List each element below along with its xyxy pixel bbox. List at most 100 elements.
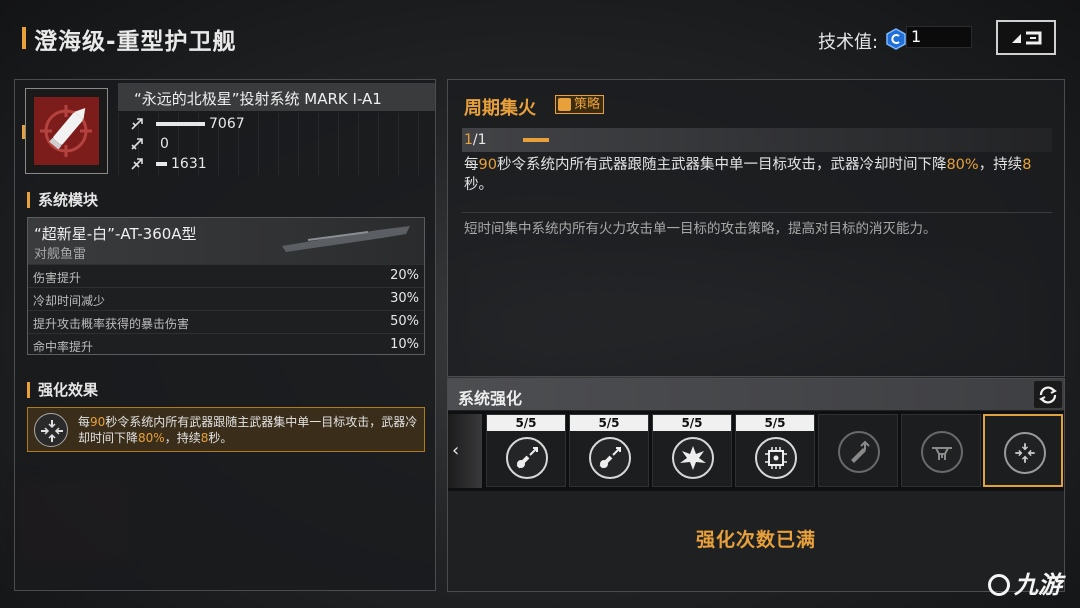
weapon-header: “永远的北极星”投射系统 MARK I-A1 7067 0 1631	[15, 80, 435, 180]
weapon-name: “永远的北极星”投射系统 MARK I-A1	[134, 90, 382, 108]
enhance-slot[interactable]: 5/5	[652, 414, 732, 487]
tactic-detail-panel: 周期集火 策略 1/1 每90秒令系统内所有武器跟随主武器集中单一目标攻击，武器…	[447, 79, 1065, 377]
system-module-title: 系统模块	[27, 192, 98, 208]
module-stat-label: 提升攻击概率获得的暴击伤害	[33, 317, 190, 331]
tactic-description: 每90秒令系统内所有武器跟随主武器集中单一目标攻击，武器冷却时间下降80%，持续…	[464, 155, 1054, 195]
missile-target-icon	[40, 105, 92, 157]
chevron-left-icon: ‹	[452, 440, 460, 461]
module-type: 对舰鱼雷	[34, 247, 87, 262]
slot-count: 5/5	[570, 415, 648, 431]
tech-point-icon	[886, 28, 906, 50]
weapon-name-row: “永远的北极星”投射系统 MARK I-A1	[118, 83, 435, 111]
enhance-effect-icon	[34, 413, 68, 447]
module-stat-value: 20%	[390, 268, 419, 283]
damage-icon	[131, 118, 143, 130]
tactic-level-indicator	[523, 138, 549, 142]
module-header: “超新星-白”-AT-360A型 对舰鱼雷	[28, 218, 424, 264]
system-module-card[interactable]: “超新星-白”-AT-360A型 对舰鱼雷 伤害提升 20% 冷却时间减少 30…	[27, 217, 425, 355]
enhance-slot-list: ‹ 5/5 5/5 5/5 5/5	[448, 411, 1064, 491]
strategy-icon	[558, 98, 571, 111]
system-enhance-panel: 系统强化 ‹ 5/5 5/5 5/5 5/5 强化次数已满	[447, 378, 1065, 592]
tactic-level-strip	[462, 128, 1052, 152]
tactic-badge-label: 策略	[574, 97, 601, 112]
guitar-arrow-icon	[506, 437, 548, 479]
tactic-level: 1/1	[464, 132, 487, 148]
module-stat-value: 50%	[390, 314, 419, 329]
divider	[462, 212, 1052, 213]
enhance-slot[interactable]	[901, 414, 981, 487]
enhance-text-part: 秒令系统内所有武器跟随主武器集中单一目标攻击，武器冷却时间下降	[78, 415, 418, 445]
enhance-slot[interactable]: 5/5	[486, 414, 566, 487]
stat-row-damage: 7067	[130, 115, 245, 133]
watermark: 九游	[988, 565, 1062, 600]
tactic-desc-highlight: 8	[1022, 157, 1032, 173]
drone-icon	[921, 431, 963, 473]
enhance-text-highlight: 80%	[138, 431, 165, 445]
refresh-button[interactable]	[1034, 381, 1062, 408]
weapon-icon	[34, 97, 99, 165]
module-stat-label: 冷却时间减少	[33, 294, 106, 308]
focus-fire-icon	[41, 420, 63, 442]
enhance-slot[interactable]	[818, 414, 898, 487]
stat-row-fire-rate: 0	[130, 135, 169, 153]
weapon-stats: 7067 0 1631	[118, 113, 435, 175]
enhance-slot[interactable]: 5/5	[735, 414, 815, 487]
module-stat-row: 伤害提升 20%	[28, 264, 424, 287]
enhance-text-highlight: 90	[90, 415, 106, 429]
tactic-level-max: /1	[472, 132, 487, 148]
tactic-desc-part: 每	[464, 157, 479, 173]
back-button[interactable]	[996, 20, 1056, 55]
range-icon	[131, 158, 143, 170]
explosion-icon	[672, 437, 714, 479]
header: 澄海级-重型护卫舰 技术值: 1	[0, 0, 1080, 78]
enhance-status-text: 强化次数已满	[695, 529, 816, 551]
tech-value-label: 技术值:	[818, 32, 879, 53]
weapon-detail-panel: “永远的北极星”投射系统 MARK I-A1 7067 0 1631 系统模块 …	[14, 79, 436, 591]
enhance-slot-selected[interactable]	[983, 414, 1063, 487]
guitar-arrow-icon	[589, 437, 631, 479]
scroll-left-button[interactable]: ‹	[448, 414, 482, 488]
module-stat-label: 命中率提升	[33, 340, 94, 354]
stat-value: 1631	[171, 156, 207, 172]
slot-count: 5/5	[653, 415, 731, 431]
module-stat-row: 提升攻击概率获得的暴击伤害 50%	[28, 310, 424, 333]
upgrade-pen-icon	[838, 431, 880, 473]
signal-chip-icon	[755, 437, 797, 479]
enhance-text-part: 每	[78, 415, 91, 429]
tactic-desc-part: 秒。	[464, 177, 493, 193]
back-arrow-icon	[1012, 31, 1042, 44]
tactic-level-current: 1	[464, 132, 473, 148]
fire-rate-icon	[131, 138, 143, 150]
weapon-icon-frame[interactable]	[25, 88, 108, 174]
tactic-desc-part: 秒令系统内所有武器跟随主武器集中单一目标攻击，武器冷却时间下降	[496, 157, 947, 173]
watermark-text: 九游	[1014, 571, 1062, 599]
module-stat-value: 30%	[390, 291, 419, 306]
tactic-desc-part: ，持续	[978, 157, 1023, 173]
tactic-title: 周期集火	[464, 98, 536, 119]
stat-value: 0	[160, 136, 169, 152]
enhance-slot[interactable]: 5/5	[569, 414, 649, 487]
enhance-text-part: ，持续	[164, 431, 201, 445]
page-title: 澄海级-重型护卫舰	[34, 29, 237, 55]
enhance-effect-title: 强化效果	[27, 382, 98, 398]
enhance-effect-text: 每90秒令系统内所有武器跟随主武器集中单一目标攻击，武器冷却时间下降80%，持续…	[78, 414, 418, 446]
watermark-logo-icon	[988, 574, 1010, 596]
module-stat-value: 10%	[390, 337, 419, 352]
tactic-badge: 策略	[555, 95, 605, 114]
tech-value-field: 1	[906, 26, 972, 48]
stat-row-range: 1631	[130, 155, 207, 173]
stat-bar	[156, 162, 167, 166]
system-enhance-title: 系统强化	[458, 389, 523, 408]
torpedo-icon	[282, 226, 410, 252]
refresh-icon	[1039, 386, 1057, 403]
stat-value: 7067	[209, 116, 245, 132]
enhance-text-part: 秒。	[208, 431, 233, 445]
stat-bar	[156, 122, 205, 126]
enhance-effect-box: 每90秒令系统内所有武器跟随主武器集中单一目标攻击，武器冷却时间下降80%，持续…	[27, 407, 425, 452]
tactic-desc-highlight: 90	[478, 157, 497, 173]
slot-count: 5/5	[736, 415, 814, 431]
module-stat-row: 冷却时间减少 30%	[28, 287, 424, 310]
title-accent-bar	[22, 27, 26, 49]
slot-count: 5/5	[487, 415, 565, 431]
system-enhance-header: 系统强化	[448, 379, 1064, 410]
